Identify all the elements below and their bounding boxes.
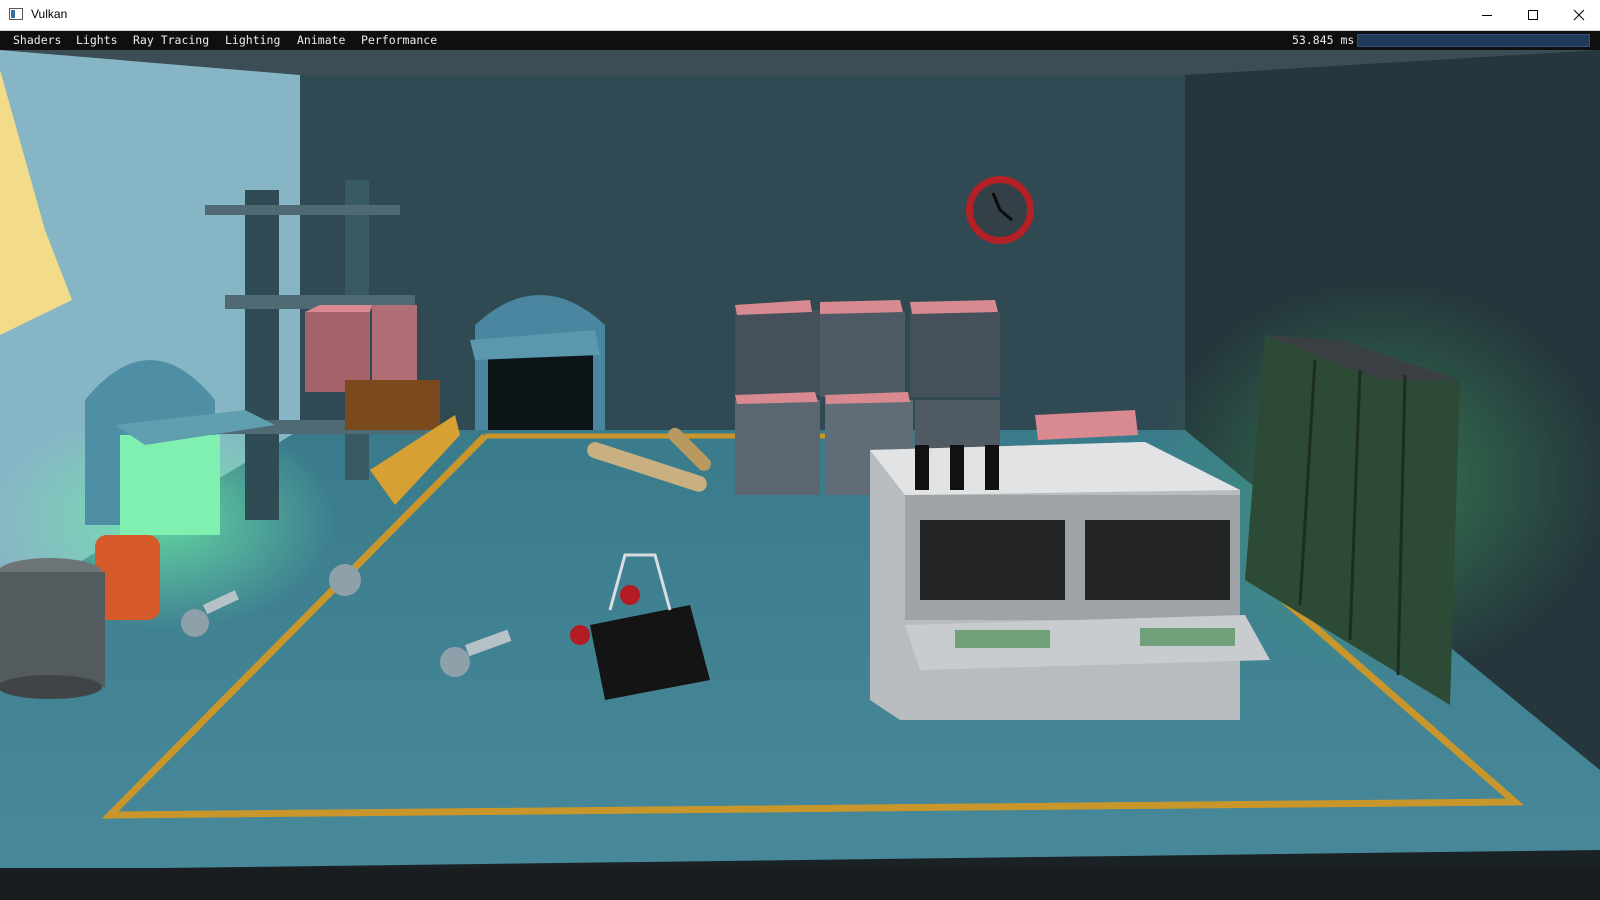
frame-time-graph — [1357, 34, 1590, 47]
frame-time-readout: 53.845 ms — [1292, 33, 1355, 47]
scene-render — [0, 50, 1600, 900]
menu-animate[interactable]: Animate — [297, 33, 345, 47]
control-console — [870, 442, 1270, 720]
maximize-icon — [1528, 10, 1538, 20]
maximize-button[interactable] — [1510, 0, 1556, 30]
menu-performance[interactable]: Performance — [361, 33, 437, 47]
app-icon — [9, 8, 23, 20]
menu-shaders[interactable]: Shaders — [13, 33, 61, 47]
wall-clock — [966, 176, 1034, 244]
close-icon — [1573, 9, 1585, 21]
menu-lights[interactable]: Lights — [76, 33, 118, 47]
back-doorway — [470, 295, 605, 430]
render-viewport[interactable] — [0, 50, 1600, 900]
menu-ray-tracing[interactable]: Ray Tracing — [133, 33, 209, 47]
close-button[interactable] — [1556, 0, 1600, 30]
menu-lighting[interactable]: Lighting — [225, 33, 280, 47]
minimize-icon — [1482, 15, 1492, 16]
window-titlebar[interactable]: Vulkan — [0, 0, 1600, 31]
minimize-button[interactable] — [1464, 0, 1510, 30]
floor-edge — [0, 868, 1600, 900]
window-title: Vulkan — [31, 7, 68, 21]
